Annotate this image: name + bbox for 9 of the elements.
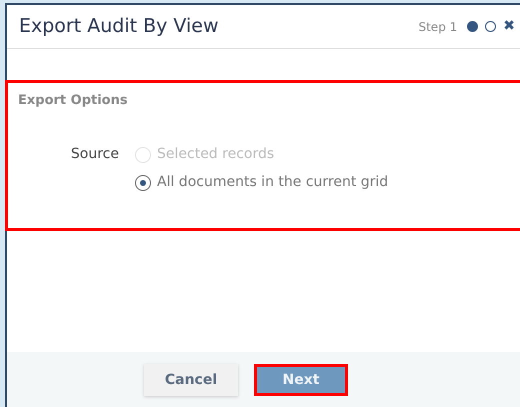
radio-button[interactable] (135, 174, 151, 190)
close-button[interactable]: ✖ (503, 16, 515, 37)
section-title: Export Options (18, 92, 129, 110)
next-button[interactable]: Next (254, 364, 348, 396)
step-label: Step 1 (418, 18, 458, 36)
cancel-button[interactable]: Cancel (144, 364, 238, 396)
field-label: Source (70, 144, 120, 164)
dialog-title: Export Audit By View (19, 14, 219, 40)
radio-label[interactable]: All documents in the current grid (157, 172, 388, 193)
